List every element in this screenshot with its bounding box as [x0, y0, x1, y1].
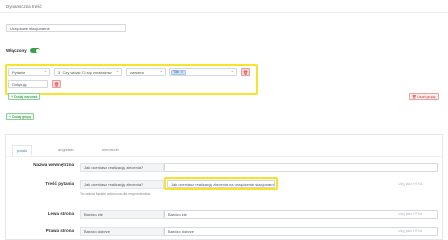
- enabled-toggle[interactable]: [30, 48, 40, 53]
- right-side-input[interactable]: Bardzo dobrze: [164, 227, 438, 236]
- question-label: Treść pytania: [45, 181, 74, 186]
- trash-icon: 🗑: [242, 69, 249, 75]
- condition-row2-input[interactable]: Dołętuję: [8, 80, 48, 88]
- internal-name-default: Jak oceniasz realizację zlecenia?: [80, 163, 164, 172]
- delete-condition-button[interactable]: 🗑: [241, 68, 250, 76]
- question-hint: Ta nazwa będzie widoczna dla respondentó…: [80, 192, 151, 196]
- trash-icon: 🗑: [53, 81, 60, 87]
- value-tag[interactable]: Tak ×: [171, 69, 186, 75]
- tab-polish[interactable]: polski: [12, 145, 33, 156]
- add-condition-button[interactable]: + Dodaj warunek: [8, 93, 41, 100]
- page-title: Dynamiczna treść: [6, 4, 42, 9]
- delete-row-button[interactable]: 🗑: [52, 80, 61, 88]
- left-side-input[interactable]: Bardzo źle: [164, 210, 438, 219]
- tag-label: Tak: [173, 70, 179, 74]
- header-divider: [0, 12, 448, 13]
- left-side-use-html[interactable]: Użyj jako HTML: [398, 212, 423, 216]
- name-input[interactable]: Urzędowe stacjonarne: [6, 24, 126, 32]
- left-side-label: Lewa strona: [47, 211, 74, 216]
- tag-remove-icon[interactable]: ×: [181, 70, 183, 74]
- left-side-default: Bardzo źle: [80, 210, 164, 219]
- condition-type-select[interactable]: Pytanie: [8, 68, 50, 76]
- tabs-divider: [6, 156, 442, 157]
- question-use-html[interactable]: Użyj jako HTML: [398, 182, 423, 186]
- internal-name-label: Nazwa wewnętrzna: [33, 162, 74, 167]
- tab-german[interactable]: niemiecki: [102, 147, 119, 152]
- condition-operator-select[interactable]: zawiera: [126, 68, 166, 76]
- enabled-label: Włączony: [6, 48, 27, 53]
- right-side-use-html[interactable]: Użyj jako HTML: [398, 229, 423, 233]
- delete-group-button[interactable]: 🗑 Usuń grupę: [409, 93, 439, 100]
- toggle-knob: [35, 48, 40, 53]
- right-side-default: Bardzo dobrze: [80, 227, 164, 236]
- question-default: Jak oceniasz realizację zlecenia?: [80, 180, 164, 189]
- right-side-label: Prawa strona: [45, 228, 74, 233]
- internal-name-input[interactable]: [164, 163, 438, 172]
- question-input[interactable]: Jak oceniasz realizację zlecenia na urzą…: [167, 180, 275, 188]
- add-group-button[interactable]: + Dodaj grupę: [6, 113, 35, 120]
- condition-question-select[interactable]: 3. Czy widać Ci się zmaksimw: [54, 68, 122, 76]
- tab-english[interactable]: angielski: [58, 147, 74, 152]
